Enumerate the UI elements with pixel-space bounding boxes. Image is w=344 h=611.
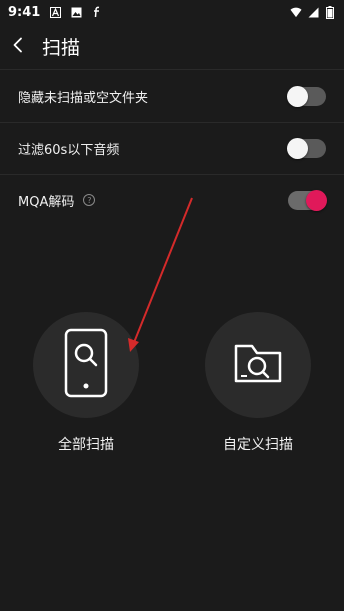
signal-icon bbox=[307, 6, 319, 18]
a-letter-icon bbox=[49, 6, 61, 18]
filter-short-audio-toggle[interactable] bbox=[287, 137, 326, 159]
app-header: 扫描 bbox=[0, 24, 344, 70]
image-icon bbox=[70, 6, 82, 18]
custom-scan-label[interactable]: 自定义扫描 bbox=[188, 434, 328, 454]
toggle-knob bbox=[287, 137, 308, 159]
folder-search-icon bbox=[233, 341, 283, 389]
full-scan-label[interactable]: 全部扫描 bbox=[16, 434, 156, 454]
setting-label: 隐藏未扫描或空文件夹 bbox=[18, 90, 149, 106]
back-button[interactable] bbox=[0, 24, 36, 70]
custom-scan-button[interactable] bbox=[205, 312, 311, 418]
setting-label: 过滤60s以下音频 bbox=[18, 142, 120, 158]
toggle-knob bbox=[306, 189, 327, 211]
setting-mqa-decode[interactable]: MQA解码 ? bbox=[0, 174, 344, 226]
setting-label: MQA解码 bbox=[18, 194, 75, 210]
help-icon[interactable]: ? bbox=[83, 194, 96, 206]
status-bar: 9:41 bbox=[0, 0, 344, 24]
f-letter-icon bbox=[91, 6, 103, 18]
hide-unscanned-toggle[interactable] bbox=[287, 85, 326, 107]
wifi-icon bbox=[290, 6, 302, 18]
battery-icon bbox=[324, 5, 336, 19]
back-arrow-icon bbox=[12, 37, 24, 57]
toggle-knob bbox=[287, 85, 308, 107]
setting-filter-short-audio[interactable]: 过滤60s以下音频 bbox=[0, 122, 344, 174]
phone-search-icon bbox=[64, 328, 108, 402]
status-time: 9:41 bbox=[8, 4, 41, 20]
setting-hide-unscanned[interactable]: 隐藏未扫描或空文件夹 bbox=[0, 70, 344, 122]
mqa-decode-toggle[interactable] bbox=[288, 189, 327, 211]
page-title: 扫描 bbox=[42, 37, 81, 59]
full-scan-button[interactable] bbox=[33, 312, 139, 418]
